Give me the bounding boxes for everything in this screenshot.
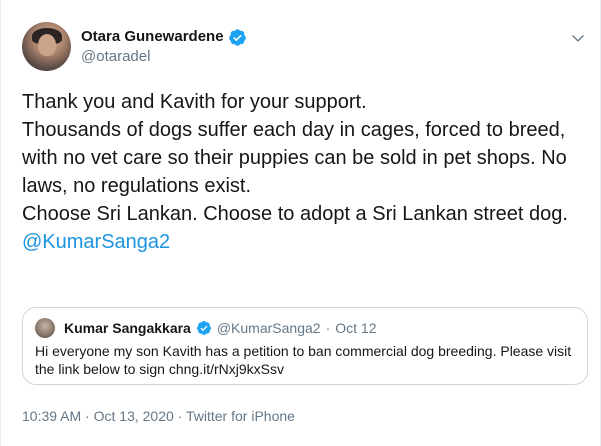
- tweet-body: Thank you and Kavith for your support. T…: [22, 88, 592, 256]
- tweet-date[interactable]: Oct 13, 2020: [94, 408, 174, 424]
- avatar-face: [38, 34, 56, 56]
- meta-separator-2: ·: [173, 408, 186, 424]
- quoted-author-handle: @KumarSanga2: [216, 320, 321, 336]
- verified-badge-icon: [196, 321, 211, 335]
- chevron-down-icon[interactable]: [570, 30, 586, 46]
- tweet-meta: 10:39 AM · Oct 13, 2020 · Twitter for iP…: [22, 407, 295, 425]
- quoted-tweet-text: Hi everyone my son Kavith has a petition…: [35, 343, 572, 377]
- tweet-mention-link[interactable]: @KumarSanga2: [22, 231, 170, 253]
- tweet-card: Otara Gunewardene @otaradel Thank you an…: [0, 0, 601, 446]
- quoted-author-avatar: [35, 318, 55, 338]
- author-display-name[interactable]: Otara Gunewardene: [81, 27, 224, 47]
- author-avatar[interactable]: [22, 22, 71, 71]
- tweet-line-3: Choose Sri Lankan. Choose to adopt a Sri…: [22, 203, 568, 225]
- tweet-line-2: Thousands of dogs suffer each day in cag…: [22, 119, 567, 197]
- tweet-time[interactable]: 10:39 AM: [22, 408, 81, 424]
- quoted-author-name: Kumar Sangakkara: [64, 320, 191, 336]
- author-handle[interactable]: @otaradel: [81, 47, 247, 67]
- tweet-line-1: Thank you and Kavith for your support.: [22, 91, 367, 113]
- verified-badge-icon: [228, 28, 246, 46]
- author-info: Otara Gunewardene @otaradel: [81, 27, 247, 67]
- quoted-tweet[interactable]: Kumar Sangakkara @KumarSanga2 · Oct 12 H…: [22, 307, 588, 385]
- quoted-separator: ·: [325, 320, 331, 336]
- author-name-row: Otara Gunewardene: [81, 27, 247, 47]
- quoted-tweet-header: Kumar Sangakkara @KumarSanga2 · Oct 12: [35, 318, 575, 338]
- tweet-source[interactable]: Twitter for iPhone: [186, 408, 295, 424]
- meta-separator-1: ·: [81, 408, 94, 424]
- quoted-date: Oct 12: [335, 320, 377, 336]
